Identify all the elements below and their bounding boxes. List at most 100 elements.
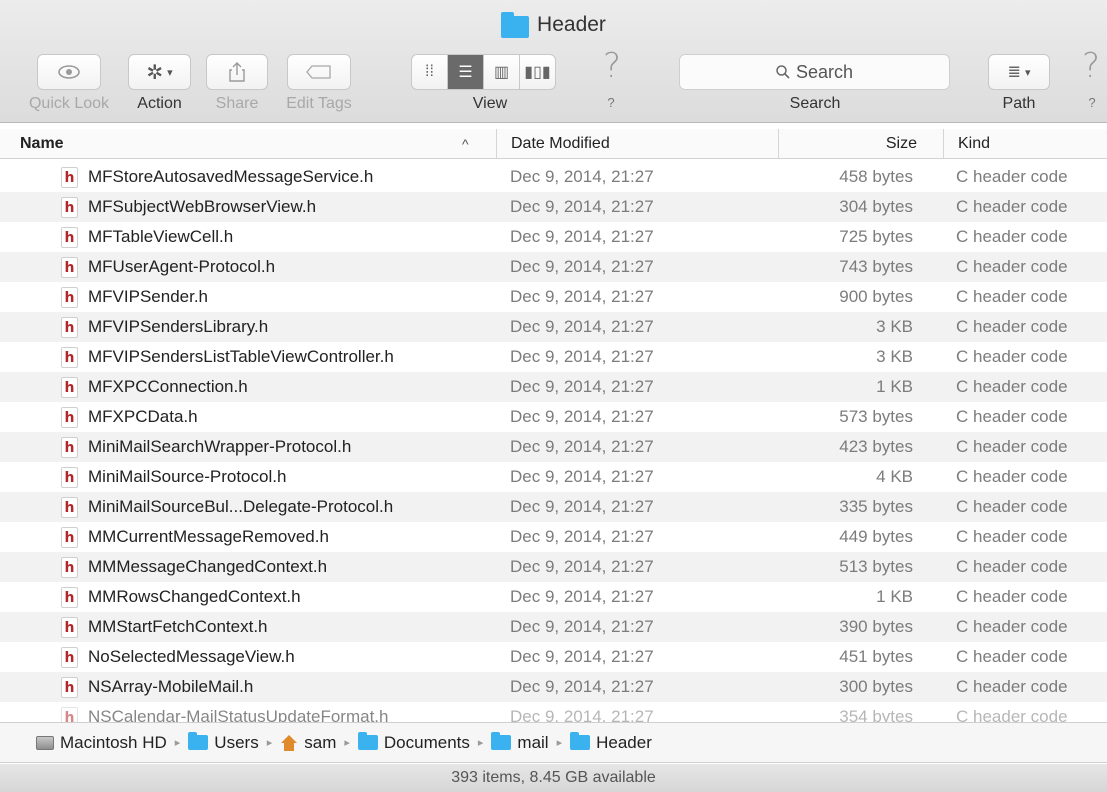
- file-date-modified: Dec 9, 2014, 21:27: [510, 347, 654, 366]
- column-header-name[interactable]: Name: [20, 129, 64, 159]
- file-kind: C header code: [956, 527, 1068, 546]
- column-header-date-modified[interactable]: Date Modified: [496, 129, 778, 159]
- file-name: MFXPCData.h: [88, 407, 198, 426]
- header-file-icon: h: [61, 167, 78, 188]
- header-file-icon: h: [61, 437, 78, 458]
- column-header-size[interactable]: Size: [778, 129, 943, 159]
- header-file-icon: h: [61, 707, 78, 723]
- file-kind: C header code: [956, 197, 1068, 216]
- file-row[interactable]: h MiniMailSourceBul...Delegate-Protocol.h…: [0, 492, 1107, 522]
- path-crumb[interactable]: Documents: [357, 732, 470, 753]
- file-size: 335 bytes: [839, 497, 913, 516]
- header-file-icon: h: [61, 527, 78, 548]
- file-size: 390 bytes: [839, 617, 913, 636]
- tag-icon: [306, 65, 331, 79]
- file-date-modified: Dec 9, 2014, 21:27: [510, 557, 654, 576]
- file-name: MMRowsChangedContext.h: [88, 587, 301, 606]
- edit-tags-button[interactable]: [287, 54, 351, 90]
- file-kind: C header code: [956, 647, 1068, 666]
- path-button[interactable]: ≣ ▾: [988, 54, 1050, 90]
- file-kind: C header code: [956, 287, 1068, 306]
- file-row[interactable]: h MFUserAgent-Protocol.h Dec 9, 2014, 21:2…: [0, 252, 1107, 282]
- home-icon: [280, 734, 298, 751]
- file-name: MFTableViewCell.h: [88, 227, 234, 246]
- file-date-modified: Dec 9, 2014, 21:27: [510, 677, 654, 696]
- list-icon: ☰: [458, 64, 473, 81]
- action-button[interactable]: ✲ ▾: [128, 54, 191, 90]
- file-row[interactable]: h MFTableViewCell.h Dec 9, 2014, 21:27 725 …: [0, 222, 1107, 252]
- header-file-icon: h: [61, 377, 78, 398]
- path-crumb[interactable]: mail: [491, 732, 549, 753]
- header-file-icon: h: [61, 197, 78, 218]
- hard-drive-icon: [36, 735, 54, 750]
- file-date-modified: Dec 9, 2014, 21:27: [510, 377, 654, 396]
- path-crumb[interactable]: Users: [188, 732, 259, 753]
- file-name: MFUserAgent-Protocol.h: [88, 257, 276, 276]
- share-button[interactable]: [206, 54, 268, 90]
- path-list-icon: ≣: [1007, 64, 1021, 81]
- path-crumb-label: mail: [517, 732, 549, 752]
- column-header-kind[interactable]: Kind: [943, 129, 1107, 159]
- file-size: 725 bytes: [839, 227, 913, 246]
- file-row[interactable]: h MFXPCData.h Dec 9, 2014, 21:27 573 bytes C…: [0, 402, 1107, 432]
- file-name: MMCurrentMessageRemoved.h: [88, 527, 329, 546]
- magnifier-icon: [776, 65, 790, 79]
- file-row[interactable]: h MMCurrentMessageRemoved.h Dec 9, 2014, 2…: [0, 522, 1107, 552]
- file-size: 423 bytes: [839, 437, 913, 456]
- quick-look-label: Quick Look: [28, 95, 110, 112]
- file-kind: C header code: [956, 257, 1068, 276]
- gear-icon: ✲: [146, 61, 164, 84]
- help-icon[interactable]: ?: [603, 46, 621, 86]
- file-row[interactable]: h MFVIPSender.h Dec 9, 2014, 21:27 900 byte…: [0, 282, 1107, 312]
- file-size: 458 bytes: [839, 167, 913, 186]
- icon-view-button[interactable]: ⁞⁞: [411, 54, 448, 90]
- header-file-icon: h: [61, 617, 78, 638]
- file-name: MiniMailSource-Protocol.h: [88, 467, 287, 486]
- file-kind: C header code: [956, 467, 1068, 486]
- file-name: NSArray-MobileMail.h: [88, 677, 254, 696]
- file-name: MFVIPSendersListTableViewController.h: [88, 347, 394, 366]
- header-file-icon: h: [61, 677, 78, 698]
- file-row[interactable]: h MiniMailSource-Protocol.h Dec 9, 2014, 2…: [0, 462, 1107, 492]
- folder-icon: [501, 11, 530, 38]
- file-row[interactable]: h MFSubjectWebBrowserView.h Dec 9, 2014, 2…: [0, 192, 1107, 222]
- file-date-modified: Dec 9, 2014, 21:27: [510, 587, 654, 606]
- file-date-modified: Dec 9, 2014, 21:27: [510, 407, 654, 426]
- path-crumb-label: sam: [304, 732, 337, 752]
- path-crumb[interactable]: Header: [570, 732, 652, 753]
- file-size: 300 bytes: [839, 677, 913, 696]
- cover-flow-view-button[interactable]: ▮▯▮: [519, 54, 556, 90]
- list-view-button[interactable]: ☰: [447, 54, 484, 90]
- column-header-row: Name ^ Date Modified Size Kind: [0, 129, 1107, 159]
- file-row[interactable]: h NSCalendar-MailStatusUpdateFormat.h Dec …: [0, 702, 1107, 723]
- share-label: Share: [215, 95, 259, 112]
- file-kind: C header code: [956, 677, 1068, 696]
- path-crumb[interactable]: sam: [280, 733, 336, 753]
- file-size: 304 bytes: [839, 197, 913, 216]
- file-row[interactable]: h MMMessageChangedContext.h Dec 9, 2014, 2…: [0, 552, 1107, 582]
- column-view-button[interactable]: ▥: [483, 54, 520, 90]
- file-row[interactable]: h MFVIPSendersListTableViewController.h De…: [0, 342, 1107, 372]
- file-date-modified: Dec 9, 2014, 21:27: [510, 197, 654, 216]
- file-date-modified: Dec 9, 2014, 21:27: [510, 317, 654, 336]
- file-date-modified: Dec 9, 2014, 21:27: [510, 707, 654, 723]
- help-icon-2[interactable]: ?: [1082, 46, 1100, 86]
- file-row[interactable]: h MFStoreAutosavedMessageService.h Dec 9, …: [0, 162, 1107, 192]
- folder-icon: [491, 732, 512, 750]
- header-file-icon: h: [61, 557, 78, 578]
- file-kind: C header code: [956, 407, 1068, 426]
- file-row[interactable]: h MMRowsChangedContext.h Dec 9, 2014, 21:2…: [0, 582, 1107, 612]
- file-date-modified: Dec 9, 2014, 21:27: [510, 647, 654, 666]
- file-row[interactable]: h MFVIPSendersLibrary.h Dec 9, 2014, 21:27…: [0, 312, 1107, 342]
- quick-look-button[interactable]: [37, 54, 101, 90]
- file-size: 354 bytes: [839, 707, 913, 723]
- search-field[interactable]: Search: [679, 54, 950, 90]
- path-crumb[interactable]: Macintosh HD: [36, 733, 167, 753]
- file-row[interactable]: h NSArray-MobileMail.h Dec 9, 2014, 21:27 3…: [0, 672, 1107, 702]
- file-size: 3 KB: [876, 347, 913, 366]
- file-row[interactable]: h MiniMailSearchWrapper-Protocol.h Dec 9, …: [0, 432, 1107, 462]
- file-row[interactable]: h MFXPCConnection.h Dec 9, 2014, 21:27 1 KB…: [0, 372, 1107, 402]
- file-row[interactable]: h MMStartFetchContext.h Dec 9, 2014, 21:27…: [0, 612, 1107, 642]
- file-row[interactable]: h NoSelectedMessageView.h Dec 9, 2014, 21:…: [0, 642, 1107, 672]
- file-kind: C header code: [956, 317, 1068, 336]
